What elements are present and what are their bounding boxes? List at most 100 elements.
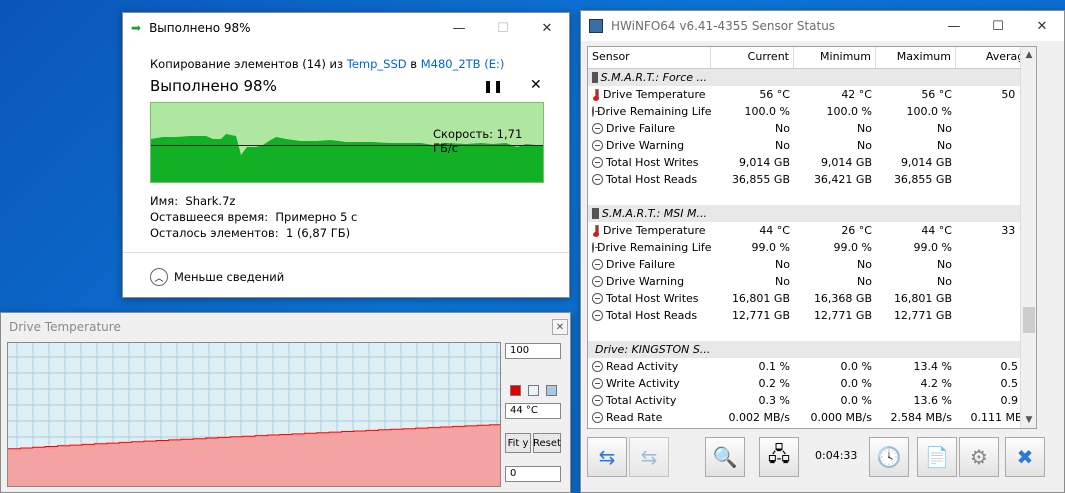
collapse-arrows-button[interactable]: ⇆ — [629, 437, 669, 477]
col-maximum[interactable]: Maximum — [876, 47, 956, 68]
value-cur: No — [775, 122, 790, 135]
value-min: No — [857, 275, 872, 288]
less-details-button[interactable]: ︿ Меньше сведений — [150, 268, 284, 286]
col-current[interactable]: Current — [711, 47, 794, 68]
meter-icon — [592, 361, 603, 372]
col-minimum[interactable]: Minimum — [794, 47, 876, 68]
sensor-row[interactable]: Drive Temperature 44 °C 26 °C 44 °C 33 °C — [588, 222, 1036, 239]
value-max: 44 °C — [921, 224, 952, 237]
sensor-label: Drive Remaining Life — [597, 241, 711, 254]
close-button[interactable]: ✕ — [525, 13, 569, 43]
sensor-name: Drive Remaining Life — [588, 103, 711, 120]
items-remaining-row: Осталось элементов: 1 (6,87 ГБ) — [150, 226, 350, 240]
sensor-row[interactable]: Total Host Reads 36,855 GB 36,421 GB 36,855… — [588, 171, 1036, 188]
items-label: Осталось элементов: — [150, 226, 279, 240]
sensor-row[interactable]: Total Host Reads 12,771 GB 12,771 GB 12,771… — [588, 307, 1036, 324]
time-value: Примерно 5 с — [275, 210, 358, 224]
hwinfo-titlebar[interactable]: HWiNFO64 v6.41-4355 Sensor Status — ☐ ✕ — [581, 11, 1064, 41]
value-max: 16,801 GB — [893, 292, 952, 305]
sensor-row[interactable]: Total Activity 0.3 % 0.0 % 13.6 % 0.9 % — [588, 392, 1036, 409]
sensor-table: Sensor Current Minimum Maximum Average S… — [587, 46, 1037, 429]
max-value-box: 100 — [505, 343, 561, 359]
close-button[interactable]: ✕ — [1020, 11, 1064, 41]
col-sensor[interactable]: Sensor — [588, 47, 711, 68]
scroll-down-icon[interactable]: ▼ — [1021, 412, 1036, 428]
meter-icon — [592, 106, 600, 117]
pause-icon[interactable]: ❚❚ — [483, 79, 503, 93]
sensor-row[interactable]: Drive Warning No No No — [588, 137, 1036, 154]
sensor-row[interactable]: Drive Remaining Life 100.0 % 100.0 % 100.0 … — [588, 103, 1036, 120]
scroll-thumb[interactable] — [1023, 307, 1035, 333]
copy-subtitle: Копирование элементов (14) из Temp_SSD в… — [150, 57, 504, 71]
maximize-button[interactable]: ☐ — [976, 11, 1020, 41]
meter-icon — [592, 174, 603, 185]
value-max: 12,771 GB — [893, 309, 952, 322]
value-min: 100.0 % — [826, 105, 872, 118]
log-add-button[interactable]: 📄 — [917, 437, 957, 477]
sensor-search-button[interactable]: 🔍 — [705, 437, 745, 477]
hwinfo-toolbar: ⇆ ⇆ 🔍 🖧 0:04:33 🕓 📄 ⚙ ✖ — [587, 433, 1058, 483]
source-link[interactable]: Temp_SSD — [347, 57, 407, 71]
background-color-swatch[interactable] — [528, 385, 539, 396]
sensor-row[interactable]: Drive Temperature 56 °C 42 °C 56 °C 50 °C — [588, 86, 1036, 103]
scroll-up-icon[interactable]: ▲ — [1021, 47, 1036, 63]
sensor-row[interactable]: Drive Warning No No No — [588, 273, 1036, 290]
sensor-name: Drive Temperature — [588, 222, 711, 239]
sensor-label: Drive Warning — [606, 275, 685, 288]
sensor-name: Read Activity — [588, 358, 711, 375]
sensor-name: Drive: KINGSTON S... — [588, 341, 711, 358]
sensor-label: Drive Temperature — [603, 224, 706, 237]
value-cur: 100.0 % — [744, 105, 790, 118]
value-max: 100.0 % — [906, 105, 952, 118]
thermometer-icon — [592, 88, 600, 101]
sensor-group-row[interactable]: S.M.A.R.T.: Force ... — [588, 69, 1036, 86]
drive-icon — [592, 72, 598, 83]
sensor-name: S.M.A.R.T.: MSI M... — [588, 205, 711, 222]
value-max: No — [937, 275, 952, 288]
hwinfo-window-title: HWiNFO64 v6.41-4355 Sensor Status — [611, 19, 836, 33]
thermometer-icon — [592, 224, 600, 237]
close-icon[interactable]: ✕ — [552, 319, 568, 335]
value-cur: 16,801 GB — [731, 292, 790, 305]
network-button[interactable]: 🖧 — [759, 437, 799, 477]
maximize-button[interactable]: ☐ — [481, 13, 525, 43]
scrollbar[interactable]: ▲ ▼ — [1020, 47, 1036, 428]
sensor-row[interactable]: Total Host Writes 9,014 GB 9,014 GB 9,014 G… — [588, 154, 1036, 171]
sensor-row[interactable]: Total Host Writes 16,801 GB 16,368 GB 16,80… — [588, 290, 1036, 307]
temperature-area — [8, 424, 500, 486]
close-sensors-button[interactable]: ✖ — [1005, 437, 1045, 477]
meter-icon — [592, 310, 603, 321]
sensor-group-row[interactable]: Drive: KINGSTON S... — [588, 341, 1036, 358]
copy-titlebar[interactable]: ➡ Выполнено 98% — ☐ ✕ — [123, 13, 569, 43]
expand-arrows-button[interactable]: ⇆ — [587, 437, 627, 477]
value-min: 0.000 MB/s — [810, 411, 872, 424]
sensor-row[interactable]: Write Activity 0.2 % 0.0 % 4.2 % 0.5 % — [588, 375, 1036, 392]
sensor-group-row[interactable]: S.M.A.R.T.: MSI M... — [588, 205, 1036, 222]
divider — [123, 252, 569, 253]
chevron-up-icon: ︿ — [150, 268, 168, 286]
gear-icon: ⚙ — [970, 445, 988, 469]
name-value: Shark.7z — [185, 194, 236, 208]
clock-button[interactable]: 🕓 — [869, 437, 909, 477]
sensor-row[interactable]: Read Activity 0.1 % 0.0 % 13.4 % 0.5 % — [588, 358, 1036, 375]
value-cur: 0.3 % — [758, 394, 790, 407]
settings-button[interactable]: ⚙ — [959, 437, 999, 477]
reset-button[interactable]: Reset — [533, 433, 561, 453]
line-color-swatch[interactable] — [510, 385, 521, 396]
cancel-copy-icon[interactable]: ✕ — [530, 77, 542, 93]
minimize-button[interactable]: — — [932, 11, 976, 41]
sensor-row[interactable]: Drive Failure No No No — [588, 120, 1036, 137]
grid-color-swatch[interactable] — [546, 385, 557, 396]
drive-temperature-window: Drive Temperature ✕ 100 44 °C Fit y Rese… — [0, 312, 571, 493]
value-min: 0.0 % — [840, 377, 872, 390]
copy-arrows-icon: ➡ — [131, 21, 142, 35]
fit-y-button[interactable]: Fit y — [505, 433, 531, 453]
sensor-row[interactable]: Read Rate 0.002 MB/s 0.000 MB/s 2.584 MB/s 0… — [588, 409, 1036, 426]
drive-temp-titlebar[interactable]: Drive Temperature — [1, 313, 570, 341]
destination-link[interactable]: M480_2TB (E:) — [421, 57, 505, 71]
sensor-row[interactable]: Drive Remaining Life 99.0 % 99.0 % 99.0 % — [588, 239, 1036, 256]
value-min: No — [857, 258, 872, 271]
minimize-button[interactable]: — — [437, 13, 481, 43]
sensor-row[interactable]: Drive Failure No No No — [588, 256, 1036, 273]
sensor-name: S.M.A.R.T.: Force ... — [588, 69, 711, 86]
